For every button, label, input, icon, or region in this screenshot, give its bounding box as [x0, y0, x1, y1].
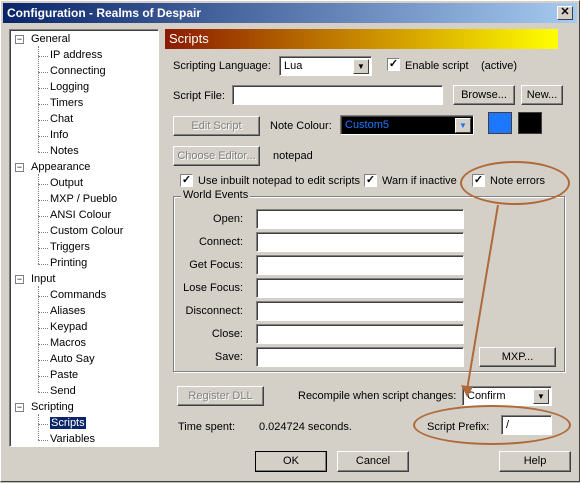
config-window: Configuration - Realms of Despair ✕ − Gen…: [0, 0, 580, 482]
annotation-arrow: [461, 204, 499, 397]
